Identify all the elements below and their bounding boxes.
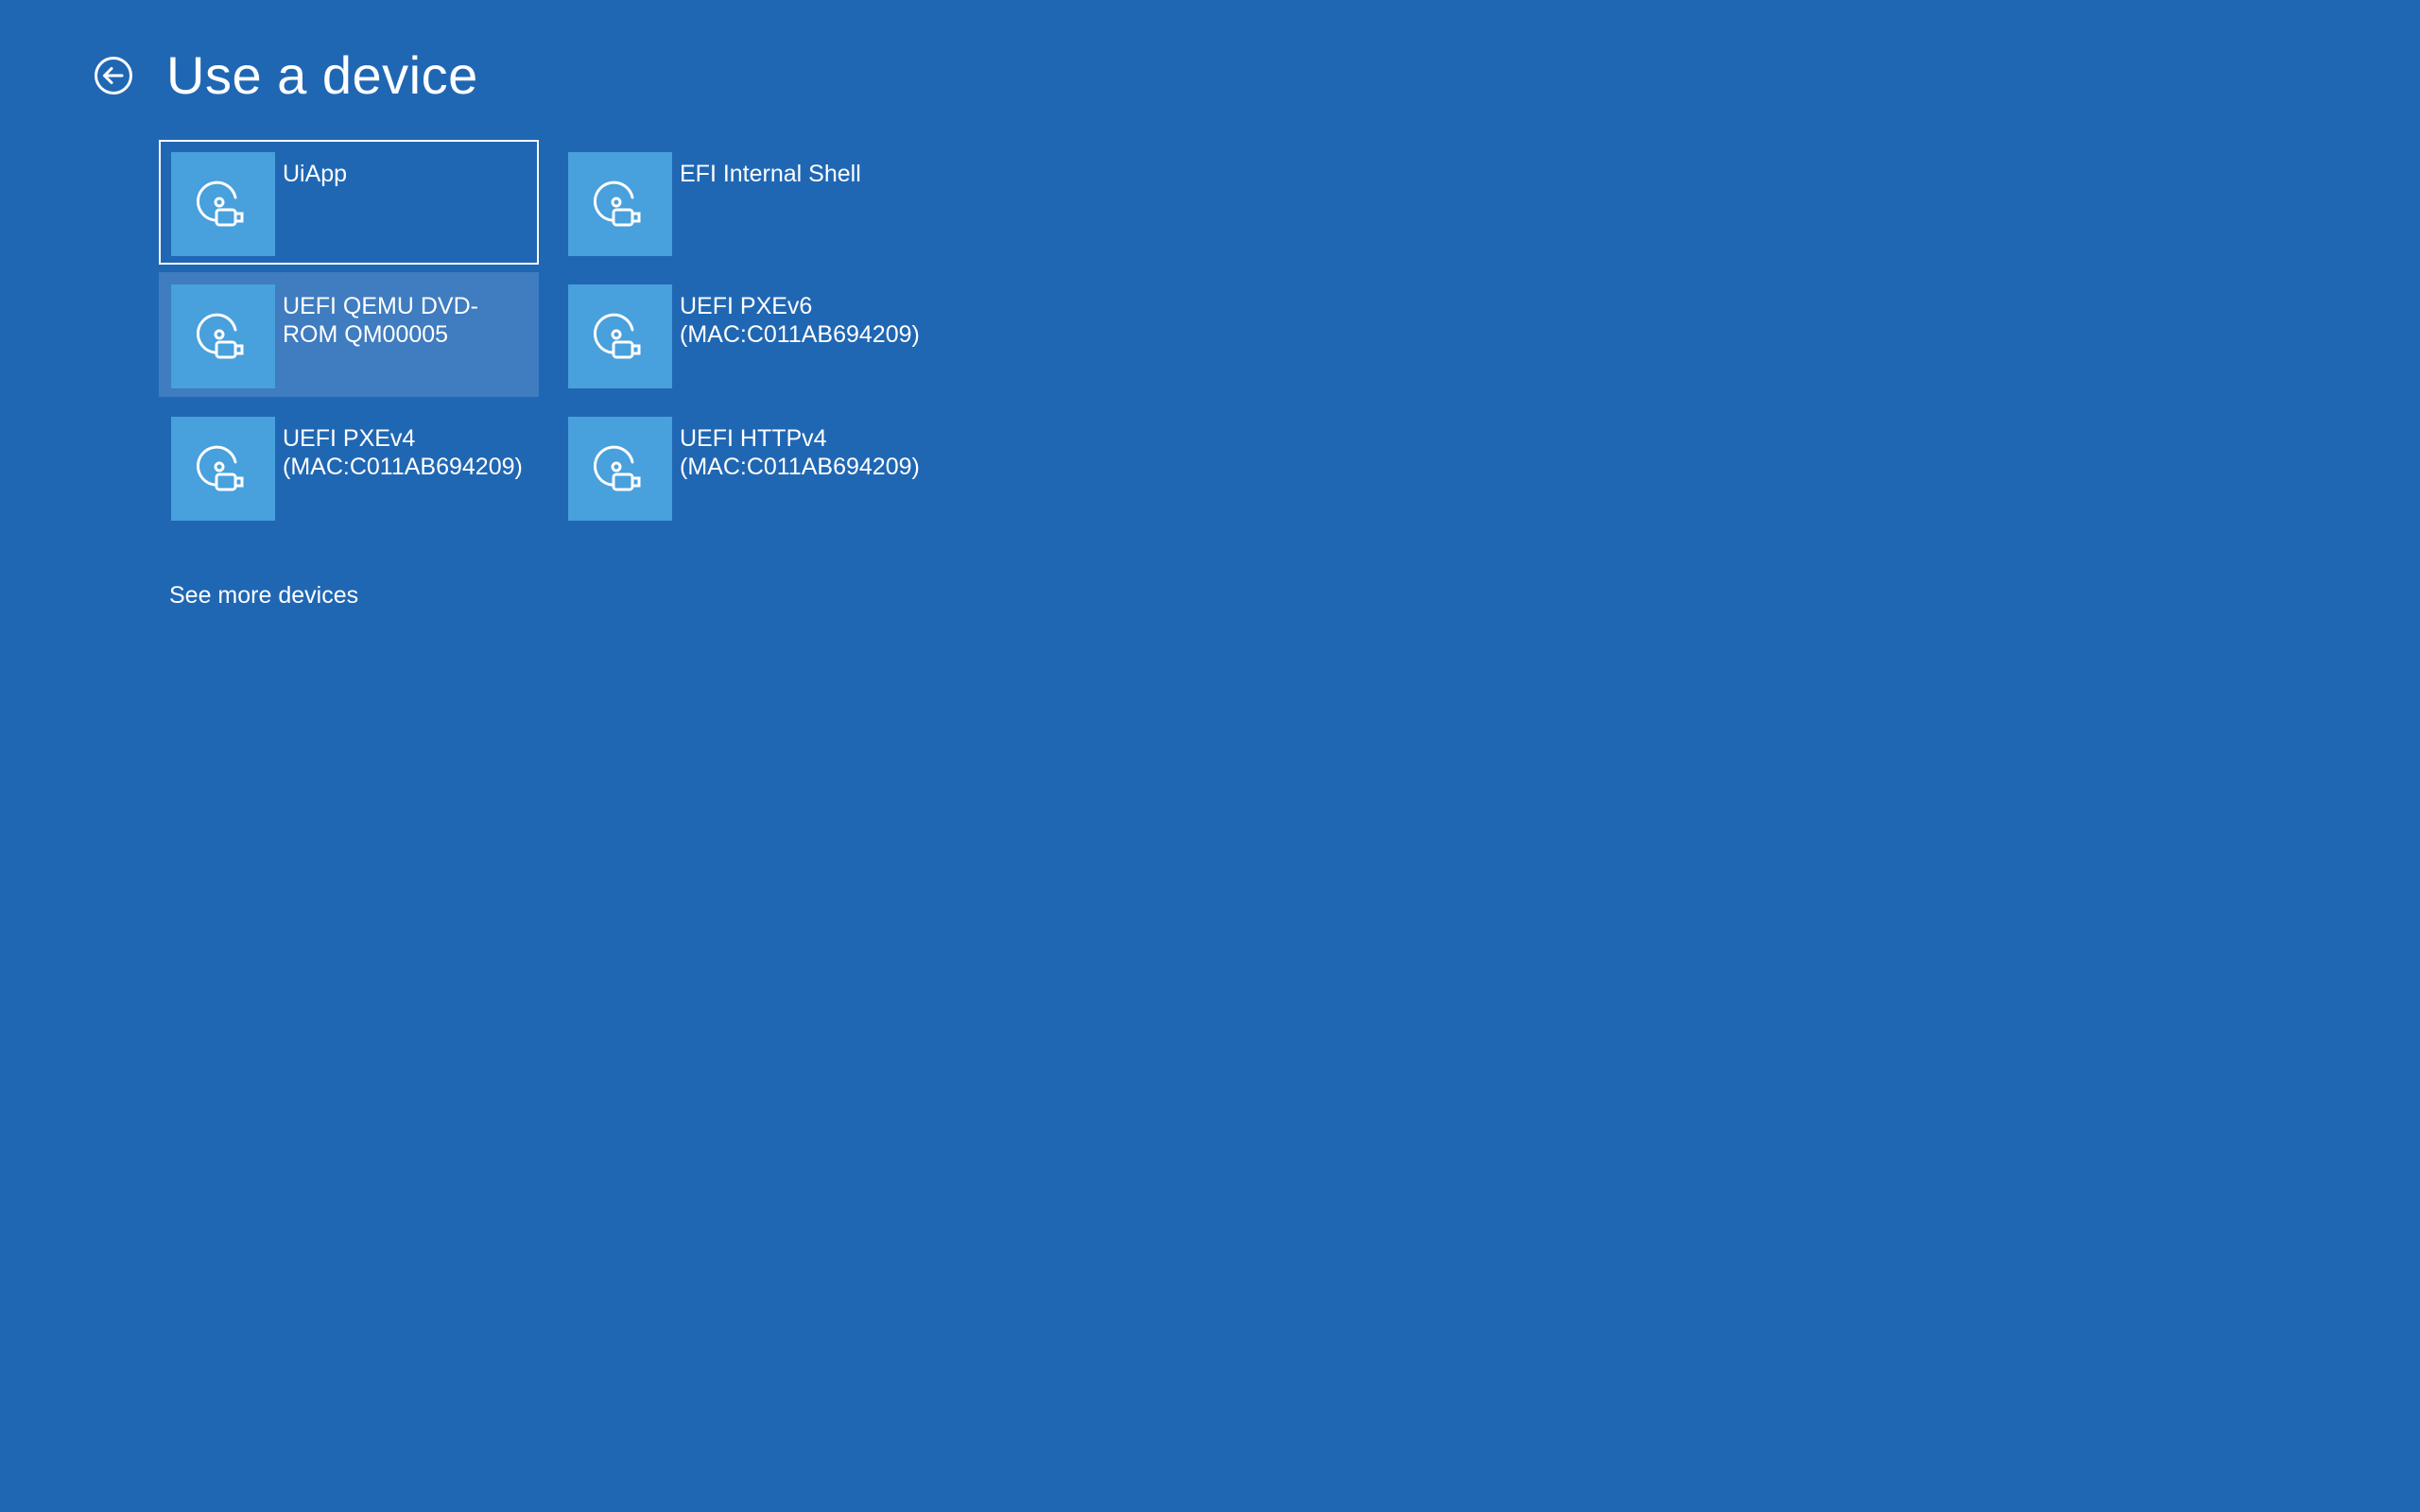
device-tile-uefi-pxev4[interactable]: UEFI PXEv4 (MAC:C011AB694209)	[159, 404, 539, 529]
arrow-left-circle-icon	[95, 57, 132, 94]
back-button[interactable]	[93, 55, 134, 96]
device-disc-icon	[171, 152, 275, 256]
device-list: UiApp EFI Internal Shell UEFI QEMU DVD- …	[159, 140, 936, 529]
device-disc-icon	[568, 284, 672, 388]
device-tile-uefi-httpv4[interactable]: UEFI HTTPv4 (MAC:C011AB694209)	[556, 404, 936, 529]
device-tile-uefi-qemu-dvd-rom[interactable]: UEFI QEMU DVD- ROM QM00005	[159, 272, 539, 397]
device-label: EFI Internal Shell	[680, 161, 861, 187]
device-tile-uiapp[interactable]: UiApp	[159, 140, 539, 265]
page-title: Use a device	[166, 45, 478, 105]
header: Use a device	[93, 42, 478, 110]
use-a-device-screen: Use a device UiApp EFI Internal Shell UE…	[0, 0, 2420, 1512]
device-disc-icon	[568, 417, 672, 521]
device-label: UiApp	[283, 161, 348, 187]
device-label: UEFI HTTPv4 (MAC:C011AB694209)	[680, 425, 920, 480]
device-disc-icon	[171, 417, 275, 521]
device-disc-icon	[568, 152, 672, 256]
device-disc-icon	[171, 284, 275, 388]
device-label: UEFI QEMU DVD- ROM QM00005	[283, 293, 478, 348]
device-tile-uefi-pxev6[interactable]: UEFI PXEv6 (MAC:C011AB694209)	[556, 272, 936, 397]
device-label: UEFI PXEv6 (MAC:C011AB694209)	[680, 293, 920, 348]
device-tile-efi-internal-shell[interactable]: EFI Internal Shell	[556, 140, 936, 265]
see-more-devices-link[interactable]: See more devices	[169, 580, 358, 610]
device-label: UEFI PXEv4 (MAC:C011AB694209)	[283, 425, 523, 480]
